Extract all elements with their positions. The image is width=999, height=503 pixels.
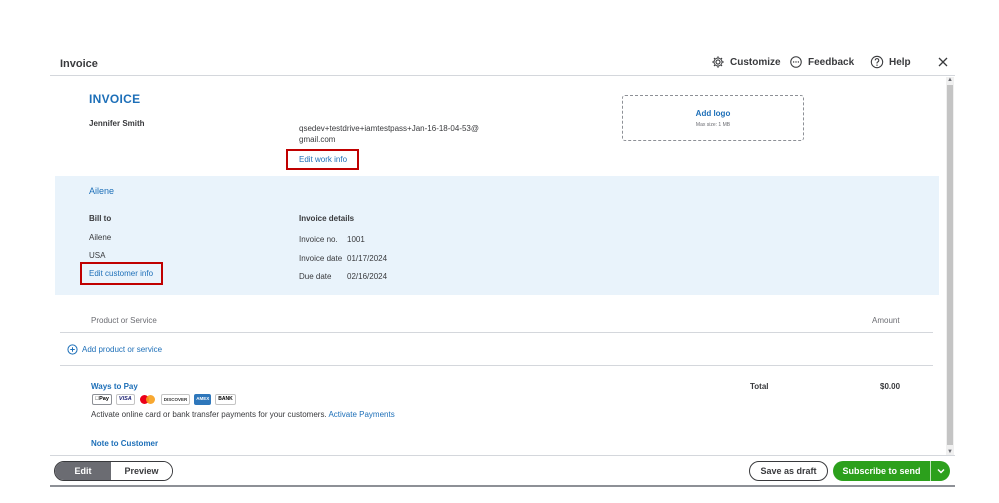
invoice-number-value: 1001	[347, 235, 365, 244]
customize-button[interactable]: Customize	[711, 55, 781, 69]
add-product-button[interactable]: Add product or service	[67, 344, 162, 355]
total-value: $0.00	[880, 382, 901, 391]
bank-icon: BANK	[215, 394, 236, 405]
detail-label: Due date	[299, 272, 332, 281]
bill-to-line: Ailene	[89, 233, 112, 242]
gear-icon	[712, 56, 724, 68]
edit-tab[interactable]: Edit	[55, 462, 111, 480]
product-column-header: Product or Service	[91, 316, 157, 325]
add-logo-label: Add logo	[695, 109, 731, 118]
subscribe-to-send-button[interactable]: Subscribe to send	[833, 466, 930, 476]
discover-icon: DISCOVER	[160, 394, 191, 405]
detail-label: Invoice date	[299, 254, 343, 263]
activate-payments-link[interactable]: Activate Payments	[328, 410, 394, 419]
invoice-date-row: Invoice date 01/17/2024	[299, 254, 387, 263]
customer-name[interactable]: Ailene	[89, 186, 114, 196]
add-logo-box[interactable]: Add logo Max size: 1 MB	[622, 95, 804, 141]
customize-label: Customize	[730, 56, 781, 68]
footer-bottom-border	[50, 485, 955, 487]
scrollbar-thumb[interactable]	[947, 85, 953, 445]
send-options-dropdown[interactable]	[931, 461, 950, 481]
bill-to-line: USA	[89, 251, 106, 260]
company-email: qsedev+testdrive+iamtestpass+Jan-16-18-0…	[299, 124, 479, 144]
help-label: Help	[889, 56, 911, 68]
due-date-row: Due date 02/16/2024	[299, 272, 387, 281]
footer-divider	[50, 455, 955, 456]
invoice-number-row: Invoice no. 1001	[299, 235, 365, 244]
save-as-draft-button[interactable]: Save as draft	[749, 461, 828, 481]
plus-circle-icon	[67, 344, 78, 355]
amount-column-header: Amount	[872, 316, 900, 325]
total-label: Total	[750, 382, 769, 391]
invoice-header: Invoice Customize Feedback Help	[50, 50, 955, 76]
subscribe-to-send-button-group: Subscribe to send	[833, 461, 950, 481]
feedback-button[interactable]: Feedback	[789, 55, 854, 69]
detail-label: Invoice no.	[299, 235, 338, 244]
due-date-value[interactable]: 02/16/2024	[347, 272, 387, 281]
invoice-date-value[interactable]: 01/17/2024	[347, 254, 387, 263]
company-name: Jennifer Smith	[89, 119, 145, 128]
invoice-heading: INVOICE	[89, 92, 141, 106]
apple-pay-icon: Pay	[92, 394, 112, 405]
note-to-customer-heading: Note to Customer	[91, 439, 159, 448]
add-product-label: Add product or service	[82, 345, 163, 354]
payment-methods: Pay VISA DISCOVER AMEX BANK	[92, 394, 236, 405]
feedback-label: Feedback	[808, 56, 855, 68]
logo-max-size: Max size: 1 MB	[695, 122, 731, 128]
button-separator	[930, 461, 931, 481]
activate-payments-text: Activate online card or bank transfer pa…	[91, 410, 395, 419]
invoice-details-heading: Invoice details	[299, 214, 355, 223]
feedback-icon	[790, 56, 802, 68]
scrollbar[interactable]: ▲ ▼	[946, 77, 954, 455]
edit-customer-info-link[interactable]: Edit customer info	[89, 269, 153, 278]
divider	[60, 332, 933, 333]
chevron-down-icon	[936, 468, 945, 474]
preview-tab[interactable]: Preview	[111, 462, 172, 480]
ways-to-pay-heading: Ways to Pay	[91, 382, 138, 391]
edit-work-info-link[interactable]: Edit work info	[299, 155, 347, 164]
visa-icon: VISA	[115, 394, 135, 405]
edit-preview-toggle[interactable]: Edit Preview	[54, 461, 173, 481]
customer-panel	[55, 176, 939, 295]
help-button[interactable]: Help	[870, 55, 911, 69]
mastercard-icon	[138, 394, 157, 405]
amex-icon: AMEX	[194, 394, 212, 405]
page-title: Invoice	[60, 58, 98, 70]
scroll-up-arrow-icon[interactable]: ▲	[946, 77, 954, 83]
help-icon	[870, 55, 884, 69]
bill-to-heading: Bill to	[89, 214, 112, 223]
activate-description: Activate online card or bank transfer pa…	[91, 410, 327, 419]
close-icon[interactable]	[937, 56, 949, 68]
divider	[60, 365, 933, 366]
